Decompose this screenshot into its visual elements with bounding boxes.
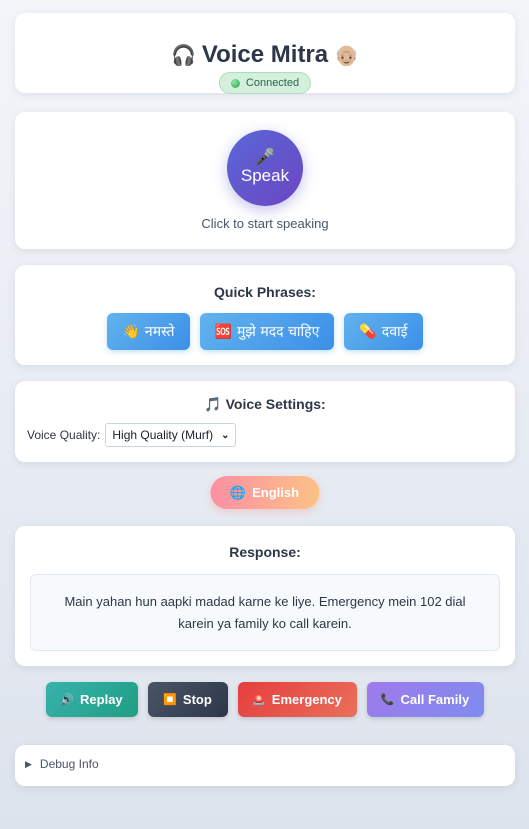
quick-phrase-list: 👋 नमस्ते 🆘 मुझे मदद चाहिए 💊 दवाई [15, 313, 515, 350]
speaker-icon: 🔊 [60, 694, 75, 706]
voice-quality-select[interactable]: High Quality (Murf) ⌄ [105, 423, 237, 447]
voice-quality-value: High Quality (Murf) [112, 428, 214, 442]
status-text: Connected [245, 77, 300, 89]
pill-icon: 💊 [359, 323, 377, 340]
voice-settings-title: 🎵 Voice Settings: [15, 396, 515, 413]
speak-card: 🎤 Speak Click to start speaking [15, 112, 515, 249]
response-card: Response: Main yahan hun aapki madad kar… [15, 526, 515, 666]
stop-label: Stop [182, 692, 212, 707]
speak-button-label: Speak [240, 165, 290, 185]
response-text-box: Main yahan hun aapki madad karne ke liye… [30, 574, 500, 651]
connection-status-badge: Connected [218, 72, 312, 94]
stop-icon: ⏹️ [163, 694, 177, 706]
microphone-icon: 🎤 [255, 146, 275, 166]
phone-icon: 📞 [380, 694, 395, 706]
voice-quality-row: Voice Quality: High Quality (Murf) ⌄ [27, 423, 237, 447]
phrase-button-help[interactable]: 🆘 मुझे मदद चाहिए [199, 313, 335, 350]
phrase-button-medicine[interactable]: 💊 दवाई [344, 313, 423, 350]
wave-icon: 👋 [122, 323, 140, 340]
phrase-button-namaste[interactable]: 👋 नमस्ते [107, 313, 190, 350]
app-title-row: 🎧 Voice Mitra 👴🏼 [15, 41, 515, 69]
call-family-label: Call Family [400, 692, 470, 707]
call-family-button[interactable]: 📞 Call Family [366, 682, 484, 717]
voice-settings-card: 🎵 Voice Settings: Voice Quality: High Qu… [15, 381, 515, 462]
siren-icon: 🚨 [252, 694, 266, 706]
headphones-icon: 🎧 [170, 43, 196, 67]
stop-button[interactable]: ⏹️ Stop [147, 682, 228, 717]
app-title: Voice Mitra [201, 41, 329, 68]
debug-info-label: Debug Info [39, 757, 99, 771]
replay-label: Replay [80, 692, 123, 707]
speak-hint: Click to start speaking [201, 216, 329, 231]
old-man-icon: 👴🏼 [334, 43, 360, 67]
action-button-row: 🔊 Replay ⏹️ Stop 🚨 Emergency 📞 Call Fami… [0, 682, 529, 717]
response-text: Main yahan hun aapki madad karne ke liye… [64, 593, 466, 631]
globe-icon: 🌐 [229, 484, 247, 500]
replay-button[interactable]: 🔊 Replay [45, 682, 138, 717]
speak-button[interactable]: 🎤 Speak [227, 130, 303, 206]
chevron-down-icon: ⌄ [221, 429, 230, 441]
debug-card: ▶ Debug Info [15, 745, 515, 786]
status-dot-icon [230, 78, 240, 88]
sos-icon: 🆘 [214, 323, 232, 340]
quick-phrases-card: Quick Phrases: 👋 नमस्ते 🆘 मुझे मदद चाहिए… [15, 265, 515, 365]
emergency-button[interactable]: 🚨 Emergency [237, 682, 357, 717]
language-toggle-button[interactable]: 🌐 English [210, 476, 319, 509]
language-label: English [252, 485, 300, 500]
quick-phrases-title: Quick Phrases: [214, 284, 316, 300]
debug-info-toggle[interactable]: ▶ Debug Info [25, 757, 99, 771]
response-title: Response: [229, 544, 301, 560]
disclosure-triangle-icon: ▶ [25, 758, 32, 769]
emergency-label: Emergency [271, 692, 342, 707]
phrase-label: मुझे मदद चाहिए [236, 324, 320, 340]
voice-quality-label: Voice Quality: [27, 428, 101, 442]
music-note-icon: 🎵 [204, 396, 222, 412]
voice-settings-title-text: Voice Settings: [225, 396, 326, 412]
phrase-label: नमस्ते [144, 324, 175, 340]
phrase-label: दवाई [381, 324, 408, 340]
header-card: 🎧 Voice Mitra 👴🏼 Connected [15, 13, 515, 94]
